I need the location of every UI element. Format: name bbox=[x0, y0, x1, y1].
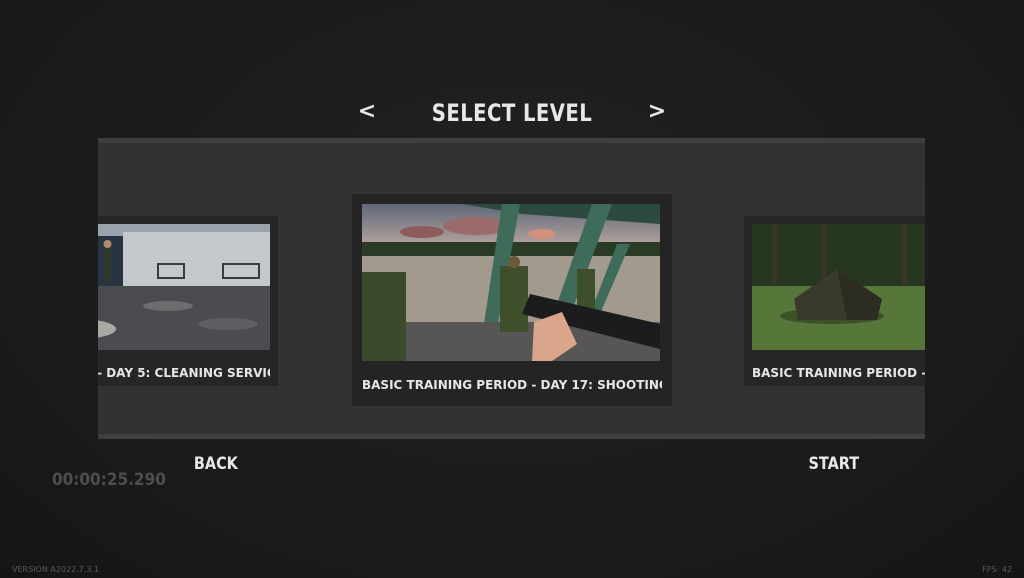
title-row: < SELECT LEVEL > bbox=[340, 96, 684, 130]
level-title: G PERIOD - DAY 5: CLEANING SERVICE bbox=[98, 366, 270, 380]
prev-level-button[interactable]: < bbox=[352, 96, 382, 130]
level-title: BASIC TRAINING PERIOD - DAY 17: SHOOTING… bbox=[362, 378, 662, 392]
level-carousel: G PERIOD - DAY 5: CLEANING SERVICE bbox=[98, 138, 925, 439]
level-title: BASIC TRAINING PERIOD - DAY 23: T bbox=[752, 366, 925, 380]
back-button[interactable]: BACK bbox=[194, 454, 238, 474]
page-title: SELECT LEVEL bbox=[431, 99, 593, 127]
level-thumbnail-shooting-range bbox=[362, 204, 660, 361]
level-thumbnail-barracks bbox=[98, 224, 270, 350]
session-timer: 00:00:25.290 bbox=[52, 470, 166, 490]
version-label: VERSION A2022.7.3.1 bbox=[12, 565, 100, 574]
level-thumbnail-forest-tent bbox=[752, 224, 925, 350]
next-level-button[interactable]: > bbox=[642, 96, 672, 130]
start-button[interactable]: START bbox=[808, 454, 859, 474]
level-card-shooting-practice[interactable]: BASIC TRAINING PERIOD - DAY 17: SHOOTING… bbox=[352, 194, 672, 406]
level-select-screen: < SELECT LEVEL > DAY 5: CLEANING SERVI B… bbox=[0, 0, 1024, 578]
fps-counter: FPS: 42 bbox=[982, 565, 1012, 574]
level-card-forest-tent[interactable]: BASIC TRAINING PERIOD - DAY 23: T bbox=[744, 216, 925, 386]
level-card-cleaning-service[interactable]: G PERIOD - DAY 5: CLEANING SERVICE bbox=[98, 216, 278, 386]
